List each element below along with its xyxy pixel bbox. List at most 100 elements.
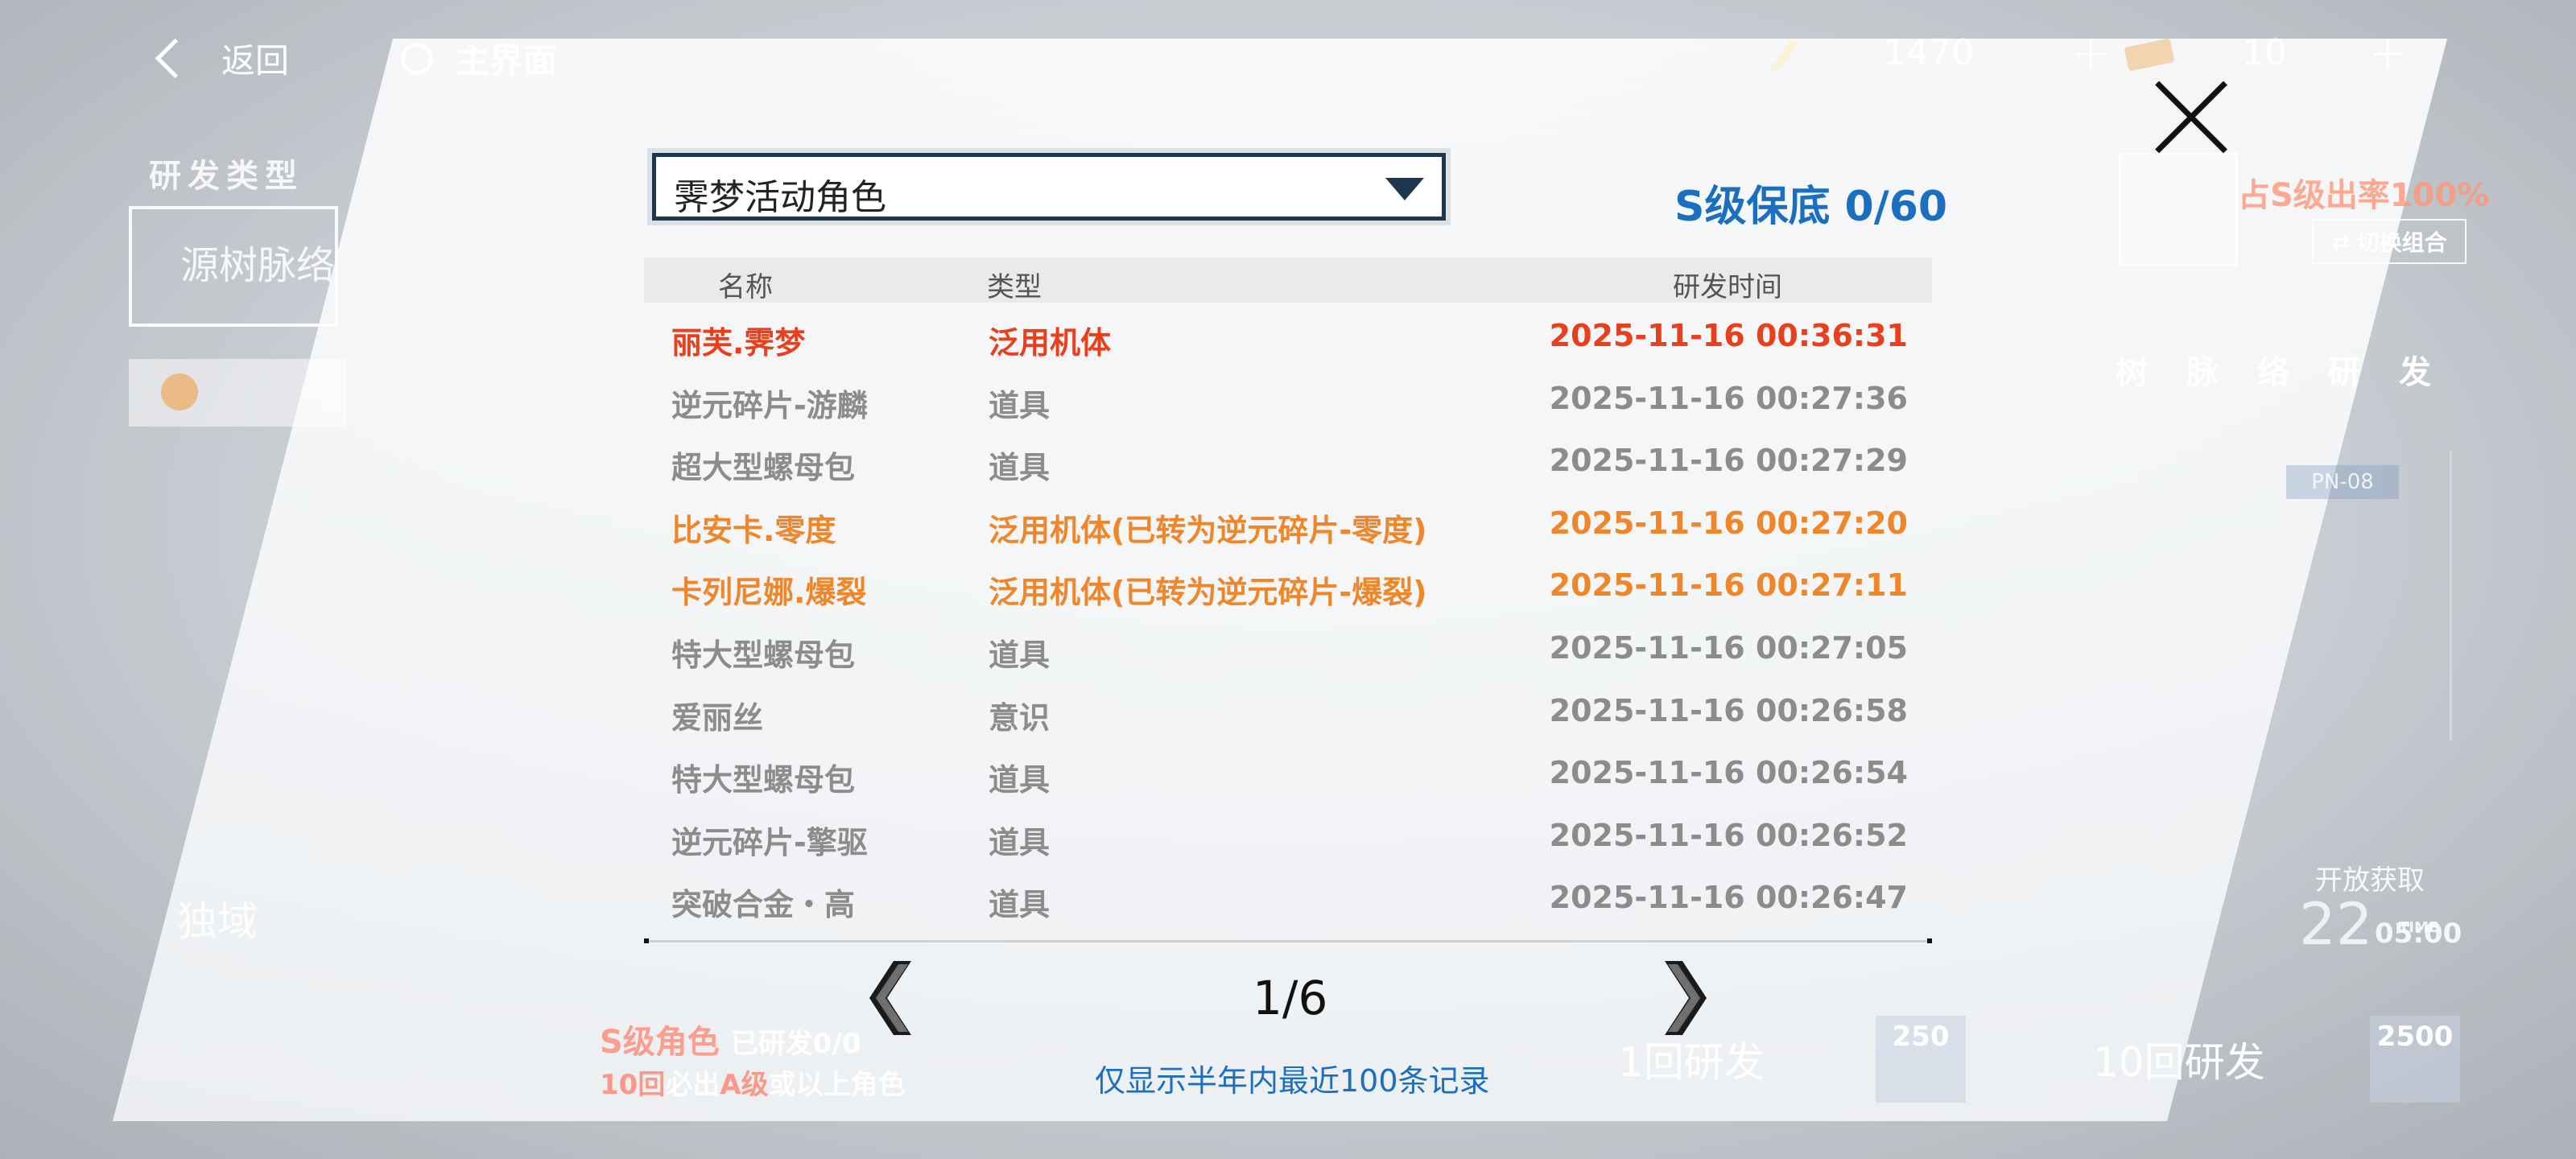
table-row: 逆元碎片-游麟 道具 2025-11-16 00:27:36	[644, 365, 1932, 428]
header-type: 类型	[987, 271, 1042, 303]
back-button[interactable]: 返回	[153, 34, 289, 83]
close-icon[interactable]	[2151, 77, 2231, 158]
guarantee-mid: 必出	[665, 1069, 720, 1101]
event-pool-tab[interactable]	[129, 359, 346, 427]
character-portrait[interactable]	[2119, 153, 2238, 266]
timeline-line	[2450, 451, 2452, 740]
research-type-text: 研发类型	[149, 158, 303, 195]
row-type: 道具	[989, 887, 1051, 923]
row-name: 丽芙.霁梦	[671, 325, 806, 361]
row-name: 爱丽丝	[671, 699, 764, 736]
row-type: 泛用机体(已转为逆元碎片-爆裂)	[989, 575, 1427, 611]
row-type: 泛用机体(已转为逆元碎片-零度)	[989, 512, 1427, 548]
table-row: 特大型螺母包 道具 2025-11-16 00:26:54	[644, 740, 1932, 802]
resource-ticket: 10 +	[2121, 29, 2408, 77]
row-type: 意识	[989, 699, 1051, 736]
chevron-left-icon	[155, 38, 196, 79]
row-name: 卡列尼娜.爆裂	[671, 575, 867, 611]
guarantee-text: 10回必出A级或以上角色	[600, 1062, 906, 1102]
table-divider	[644, 938, 1932, 943]
s-progress-label: S级角色	[600, 1024, 720, 1061]
ticket-count: 10	[2242, 32, 2287, 73]
table-row: 丽芙.霁梦 泛用机体 2025-11-16 00:36:31	[644, 303, 1932, 365]
row-name: 特大型螺母包	[671, 762, 856, 798]
pool-card-name: 源树脉络	[180, 243, 336, 288]
row-time: 2025-11-16 00:27:05	[1549, 629, 1908, 666]
page-indicator: 1/6	[1253, 971, 1328, 1025]
row-type: 道具	[989, 637, 1051, 673]
s-progress-count: 已研发0/0	[730, 1028, 861, 1060]
pool-tag: PN-08	[2286, 465, 2399, 499]
rate-text: 占S级出率100%	[2238, 177, 2490, 214]
switch-combo-label: 切换组合	[2356, 229, 2447, 256]
row-type: 道具	[989, 824, 1051, 860]
pool-card[interactable]: 源树脉络	[129, 206, 338, 327]
row-time: 2025-11-16 00:27:11	[1549, 567, 1908, 604]
row-time: 2025-11-16 00:27:36	[1549, 380, 1908, 416]
back-label: 返回	[221, 41, 290, 80]
swap-icon: ⇄	[2331, 228, 2351, 255]
pull-10-cost: 2500	[2370, 1016, 2460, 1103]
table-row: 爱丽丝 意识 2025-11-16 00:26:58	[644, 678, 1932, 740]
history-table: 名称 类型 研发时间 丽芙.霁梦 泛用机体 2025-11-16 00:36:31 逆…	[644, 258, 1932, 927]
s-progress: S级角色 已研发0/0	[600, 1016, 861, 1062]
home-ring-icon	[401, 42, 433, 75]
side-pool-title-text: 独域	[177, 898, 258, 945]
table-row: 超大型螺母包 道具 2025-11-16 00:27:29	[644, 427, 1932, 490]
pull-1-button[interactable]: 1回研发	[1618, 1030, 1765, 1088]
header-name: 名称	[718, 271, 773, 303]
pool-tab-icon	[161, 373, 198, 410]
add-ticket-button[interactable]: +	[2368, 29, 2408, 77]
chevron-right-icon	[1665, 961, 1707, 1035]
row-time: 2025-11-16 00:36:31	[1549, 318, 1908, 353]
table-row: 比安卡.零度 泛用机体(已转为逆元碎片-零度) 2025-11-16 00:27:2…	[644, 490, 1932, 553]
side-pool-title: 独域	[177, 889, 258, 947]
s-pity-counter: S级保底 0/60	[1674, 183, 1948, 231]
table-row: 卡列尼娜.爆裂 泛用机体(已转为逆元碎片-爆裂) 2025-11-16 00:27:…	[644, 552, 1932, 615]
row-type: 泛用机体	[989, 325, 1112, 361]
pool-select-value: 霁梦活动角色	[674, 177, 886, 218]
row-type: 道具	[989, 762, 1051, 798]
pull-1-cost-value: 250	[1892, 1021, 1950, 1053]
home-label: 主界面	[456, 41, 558, 80]
row-time: 2025-11-16 00:26:58	[1549, 692, 1908, 728]
pool-select-dropdown[interactable]: 霁梦活动角色	[652, 153, 1446, 221]
row-name: 超大型螺母包	[671, 450, 856, 486]
prev-page-button[interactable]	[861, 958, 918, 1038]
switch-combo-button[interactable]: ⇄ 切换组合	[2312, 219, 2467, 264]
row-name: 特大型螺母包	[671, 637, 856, 673]
resource-crystal: 1470 +	[1755, 29, 2111, 77]
countdown-days: 22	[2299, 890, 2373, 958]
row-time: 2025-11-16 00:26:54	[1549, 755, 1908, 791]
home-button[interactable]: 主界面	[401, 34, 557, 83]
table-row: 突破合金・高 道具 2025-11-16 00:26:47	[644, 864, 1932, 927]
pool-banner-label: 树脉络研发	[2116, 354, 2470, 391]
crystal-count: 1470	[1884, 32, 1974, 73]
row-time: 2025-11-16 00:27:29	[1549, 443, 1908, 479]
row-name: 突破合金・高	[671, 887, 856, 923]
countdown-time: 05:00 TIME	[2375, 918, 2462, 950]
header-time: 研发时间	[1673, 271, 1782, 303]
row-time: 2025-11-16 00:26:47	[1549, 880, 1908, 916]
guarantee-red-1: 10回	[600, 1069, 666, 1101]
pull-1-cost: 250	[1876, 1016, 1966, 1103]
table-header: 名称 类型 研发时间	[644, 258, 1932, 303]
research-type-heading: 研发类型	[149, 150, 303, 196]
table-body: 丽芙.霁梦 泛用机体 2025-11-16 00:36:31 逆元碎片-游麟 道具 202…	[644, 303, 1932, 927]
row-time: 2025-11-16 00:26:52	[1549, 817, 1908, 853]
ticket-icon	[2124, 38, 2174, 71]
guarantee-red-2: A级	[720, 1069, 769, 1101]
row-name: 逆元碎片-游麟	[671, 387, 868, 423]
add-crystal-button[interactable]: +	[2070, 29, 2111, 77]
row-type: 道具	[989, 387, 1051, 423]
table-row: 逆元碎片-擎驱 道具 2025-11-16 00:26:52	[644, 802, 1932, 865]
table-row: 特大型螺母包 道具 2025-11-16 00:27:05	[644, 615, 1932, 678]
crystal-icon	[1769, 39, 1798, 72]
history-note: 仅显示半年内最近100条记录	[1095, 1063, 1490, 1099]
guarantee-tail: 或以上角色	[768, 1069, 906, 1101]
pull-10-button[interactable]: 10回研发	[2093, 1030, 2265, 1088]
row-name: 逆元碎片-擎驱	[671, 824, 868, 860]
caret-down-icon	[1385, 178, 1424, 200]
next-page-button[interactable]	[1658, 958, 1715, 1038]
row-time: 2025-11-16 00:27:20	[1549, 505, 1908, 541]
